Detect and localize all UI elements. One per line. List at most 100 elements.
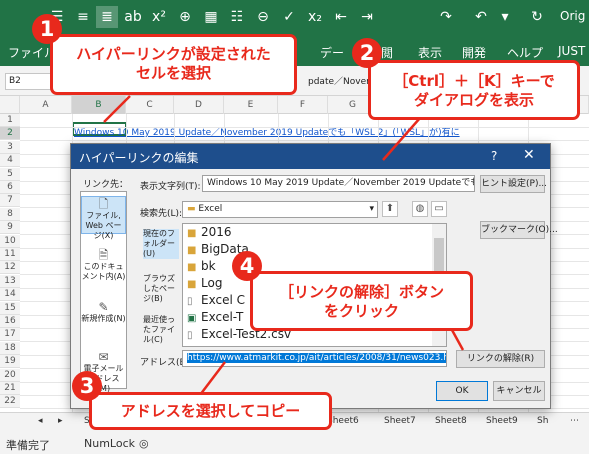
sheet-tab[interactable]: Sheet7: [384, 416, 416, 426]
increase-indent-icon[interactable]: ⇥: [356, 6, 378, 28]
folder-icon: ■: [187, 262, 197, 273]
sheet-tab[interactable]: Sheet8: [435, 416, 467, 426]
row-header[interactable]: 14: [0, 288, 20, 302]
strikethrough-icon[interactable]: ab: [122, 6, 144, 28]
row-header[interactable]: 4: [0, 154, 20, 168]
scroll-left-icon[interactable]: ◂: [38, 416, 43, 426]
document-title: Orig: [560, 9, 586, 23]
row-header[interactable]: 1: [0, 114, 20, 127]
remove-link-button[interactable]: リンクの解除(R): [456, 350, 545, 368]
column-header[interactable]: E: [224, 96, 278, 114]
file-name: bk: [201, 259, 216, 273]
list-item[interactable]: ▯ Excel C: [187, 293, 245, 307]
select-all-corner[interactable]: [0, 96, 20, 114]
callout-3: アドレスを選択してコピー: [89, 392, 332, 430]
link-to-label-new: 新規作成(N): [81, 314, 126, 323]
justify-icon[interactable]: ≡: [72, 6, 94, 28]
sheet-tab[interactable]: Sheet9: [486, 416, 518, 426]
redo-icon[interactable]: ↷: [435, 6, 457, 28]
link-to-pane: 🗋 ファイル, Web ページ(X) 🗎 このドキュメント内(A) ✎ 新規作成…: [80, 191, 127, 393]
help-icon[interactable]: ?: [491, 149, 497, 163]
scroll-right-icon[interactable]: ▸: [58, 416, 63, 426]
status-bar: 準備完了 NumLock ◎: [0, 432, 589, 454]
status-ready: 準備完了: [6, 439, 50, 452]
row-header[interactable]: 15: [0, 301, 20, 315]
row-header[interactable]: 20: [0, 368, 20, 382]
folder-icon: ■: [187, 228, 197, 239]
subscript-icon[interactable]: x₂: [304, 6, 326, 28]
column-header[interactable]: C: [126, 96, 174, 114]
menu-help[interactable]: ヘルプ: [507, 44, 543, 61]
row-header[interactable]: 12: [0, 261, 20, 275]
search-folder-select[interactable]: ▬ Excel ▾: [182, 201, 378, 218]
checklist-icon[interactable]: ☷: [226, 6, 248, 28]
current-folder-tab[interactable]: 現在のフォルダー(U): [143, 229, 179, 259]
row-header[interactable]: 11: [0, 248, 20, 261]
row-header[interactable]: 9: [0, 221, 20, 235]
list-item[interactable]: ■ 2016: [187, 225, 232, 239]
more-sheets-icon[interactable]: ⋯: [570, 416, 579, 426]
row-header[interactable]: 3: [0, 140, 20, 154]
zoom-out-icon[interactable]: ⊖: [252, 6, 274, 28]
close-icon[interactable]: ✕: [523, 147, 535, 163]
cancel-button[interactable]: キャンセル: [493, 381, 545, 401]
row-header[interactable]: 5: [0, 167, 20, 181]
list-item[interactable]: ■ Log: [187, 276, 222, 290]
list-item[interactable]: ■ bk: [187, 259, 216, 273]
folder-icon: ■: [187, 245, 197, 256]
check-icon[interactable]: ✓: [278, 6, 300, 28]
row-header[interactable]: 6: [0, 181, 20, 194]
grid-icon[interactable]: ▦: [200, 6, 222, 28]
folder-icon: ▬: [187, 204, 196, 214]
recent-files-tab[interactable]: 最近使ったファイル(C): [143, 315, 179, 345]
row-header[interactable]: 17: [0, 328, 20, 342]
menu-just[interactable]: JUST: [558, 44, 585, 58]
address-field[interactable]: https://www.atmarkit.co.jp/ait/articles/…: [182, 350, 447, 367]
column-header[interactable]: D: [174, 96, 224, 114]
file-name: Excel-T: [201, 310, 244, 324]
up-folder-icon[interactable]: ⬆: [382, 201, 398, 217]
row-header[interactable]: 16: [0, 315, 20, 328]
link-to-label-doc: このドキュメント内(A): [81, 262, 126, 281]
link-to-web-page[interactable]: 🗋 ファイル, Web ページ(X): [81, 196, 126, 240]
row-header[interactable]: 8: [0, 207, 20, 221]
row-header[interactable]: 10: [0, 234, 20, 248]
menu-developer[interactable]: 開発: [462, 44, 486, 61]
email-icon: ✉: [98, 350, 109, 364]
formula-text[interactable]: pdate／Novem: [308, 74, 375, 87]
redo-arrow-icon[interactable]: ↻: [526, 6, 548, 28]
undo-icon[interactable]: ↶: [470, 6, 492, 28]
row-header[interactable]: 18: [0, 341, 20, 355]
row-header[interactable]: 7: [0, 194, 20, 208]
column-header[interactable]: A: [20, 96, 72, 114]
list-item[interactable]: ▣ Excel-T: [187, 310, 243, 324]
tooltip-button[interactable]: ヒント設定(P)...: [480, 175, 547, 193]
row-header[interactable]: 19: [0, 355, 20, 369]
row-header[interactable]: 21: [0, 382, 20, 395]
row-header[interactable]: 2: [0, 127, 20, 141]
menu-review[interactable]: 閲: [381, 44, 393, 61]
search-folder-value: Excel: [198, 204, 223, 214]
display-text-field[interactable]: Windows 10 May 2019 Update／November 2019…: [202, 175, 475, 192]
dropdown-icon[interactable]: ▾: [494, 6, 516, 28]
browsed-pages-tab[interactable]: ブラウズしたページ(B): [143, 274, 179, 304]
browse-web-icon[interactable]: ◍: [412, 201, 428, 217]
zoom-in-icon[interactable]: ⊕: [174, 6, 196, 28]
column-header[interactable]: B: [72, 96, 126, 114]
link-to-new-document[interactable]: ✎ 新規作成(N): [81, 300, 126, 330]
menu-file[interactable]: ファイル: [8, 44, 56, 61]
excel-file-icon: ▣: [187, 313, 197, 324]
column-header[interactable]: F: [278, 96, 328, 114]
decrease-indent-icon[interactable]: ⇤: [330, 6, 352, 28]
sheet-tab[interactable]: Sh: [537, 416, 548, 426]
menu-data[interactable]: デー: [320, 44, 344, 61]
link-to-this-document[interactable]: 🗎 このドキュメント内(A): [81, 248, 126, 282]
row-header[interactable]: 22: [0, 395, 20, 409]
browse-folder-icon[interactable]: ▭: [431, 201, 447, 217]
row-header[interactable]: 13: [0, 274, 20, 288]
center-icon[interactable]: ≣: [96, 6, 118, 28]
menu-view[interactable]: 表示: [418, 44, 442, 61]
ok-button[interactable]: OK: [436, 381, 488, 401]
superscript-icon[interactable]: x²: [148, 6, 170, 28]
bookmark-button[interactable]: ブックマーク(O)...: [480, 221, 558, 239]
